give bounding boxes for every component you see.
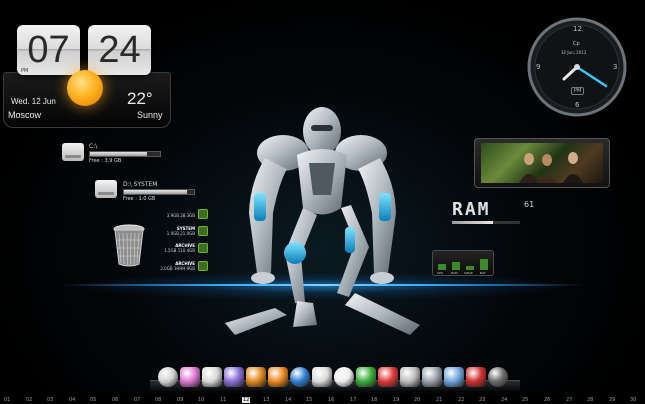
cpu-label: CPU xyxy=(437,271,444,275)
swap-meter xyxy=(466,266,474,270)
timeline-day[interactable]: 14 xyxy=(285,397,291,403)
disk-stat-value: 1.5GB 110.4GB xyxy=(164,248,195,253)
drive-d-free: Free : 1.0 GB xyxy=(123,196,156,202)
robot-wallpaper-figure xyxy=(225,107,420,335)
battery-meter xyxy=(480,259,488,270)
timeline-day[interactable]: 07 xyxy=(134,397,140,403)
analog-clock-widget[interactable]: 12 3 6 9 Cp 12 Jun, 2013 PM xyxy=(527,17,627,117)
clock-icon[interactable] xyxy=(158,367,178,387)
timeline-day[interactable]: 26 xyxy=(544,397,550,403)
timeline-day[interactable]: 30 xyxy=(630,397,636,403)
timeline-day[interactable]: 15 xyxy=(306,397,312,403)
hard-drive-icon xyxy=(95,180,117,198)
timeline-day[interactable]: 27 xyxy=(566,397,572,403)
clock-date: 12 Jun, 2013 xyxy=(561,50,587,55)
timeline-day[interactable]: 29 xyxy=(609,397,615,403)
ram-value: 61 xyxy=(524,200,535,209)
power-icon[interactable] xyxy=(488,367,508,387)
drive-c-label: C:\ xyxy=(89,143,98,150)
drive-c-usage-bar xyxy=(89,151,161,157)
sun-icon xyxy=(67,70,103,106)
timeline-day[interactable]: 25 xyxy=(522,397,528,403)
printer-icon[interactable] xyxy=(202,367,222,387)
timeline-day[interactable]: 05 xyxy=(90,397,96,403)
disk-stat-row: SYSTEM 1.0GB 21.0GB xyxy=(135,226,195,236)
photo-image xyxy=(481,143,603,183)
paint-bucket-icon[interactable] xyxy=(378,367,398,387)
rss-icon[interactable] xyxy=(268,367,288,387)
weather-condition: Sunny xyxy=(137,110,163,120)
clock-day-label: Cp xyxy=(573,41,580,47)
weather-temperature: 22° xyxy=(127,89,153,108)
timeline-day[interactable]: 03 xyxy=(47,397,53,403)
timeline-day[interactable]: 10 xyxy=(198,397,204,403)
timeline-day[interactable]: 28 xyxy=(587,397,593,403)
timeline-day[interactable]: 18 xyxy=(371,397,377,403)
ram-label: RAM xyxy=(452,199,491,220)
timeline-day[interactable]: 01 xyxy=(4,397,10,403)
drive-c-usage-fill xyxy=(90,152,148,156)
disk-stat-row: 3.9GB 28.3GB xyxy=(135,213,195,218)
weather-date: Wed. 12 Jun xyxy=(11,97,56,106)
soccer-ball-icon[interactable] xyxy=(334,367,354,387)
timeline-day[interactable]: 02 xyxy=(26,397,32,403)
desktop[interactable]: 07 24 PM Wed. 12 Jun Moscow 22° Sunny C:… xyxy=(0,0,645,404)
system-meter-widget[interactable]: CPU RAM SWAP BAT xyxy=(432,250,494,276)
timeline-day[interactable]: 11 xyxy=(220,397,226,403)
timeline-day[interactable]: 06 xyxy=(112,397,118,403)
timeline-day[interactable]: 22 xyxy=(458,397,464,403)
timeline-day[interactable]: 20 xyxy=(414,397,420,403)
pen-icon[interactable] xyxy=(224,367,244,387)
disk-stat-value: 1.0GB 21.0GB xyxy=(166,231,195,236)
disk-stat-value: 3.9GB 28.3GB xyxy=(166,213,195,218)
photo-people xyxy=(519,152,583,183)
timeline-day[interactable]: 23 xyxy=(479,397,485,403)
usb-drive-icon[interactable] xyxy=(422,367,442,387)
battery-label: BAT xyxy=(480,271,486,275)
ram-usage-bar xyxy=(452,221,520,224)
laptop-icon[interactable] xyxy=(444,367,464,387)
hard-drive-icon xyxy=(62,143,84,161)
drive-d-usage-bar xyxy=(123,189,195,195)
timeline-day[interactable]: 08 xyxy=(155,397,161,403)
clock-number-6: 6 xyxy=(575,101,580,109)
disk-stat-value: 2.0GB 1HHH.9GB xyxy=(160,266,195,271)
timeline-day[interactable]: 04 xyxy=(69,397,75,403)
ram-meter-label: RAM xyxy=(451,271,458,275)
timeline-day[interactable]: 24 xyxy=(501,397,507,403)
clock-minute: 24 xyxy=(98,29,141,71)
disk-stat-row: ARCHIVE 1.5GB 110.4GB xyxy=(135,243,195,253)
clock-ampm: PM xyxy=(21,68,29,74)
timeline-day[interactable]: 17 xyxy=(350,397,356,403)
puzzle-icon[interactable] xyxy=(466,367,486,387)
weather-city: Moscow xyxy=(8,110,42,120)
cpu-meter xyxy=(438,264,446,270)
gamepad-icon[interactable] xyxy=(180,367,200,387)
timeline-day[interactable]: 09 xyxy=(177,397,183,403)
clock-number-3: 3 xyxy=(613,63,618,71)
clock-number-12: 12 xyxy=(573,25,582,33)
chat-icon[interactable] xyxy=(400,367,420,387)
globe-icon[interactable] xyxy=(290,367,310,387)
ram-usage-fill xyxy=(452,221,494,224)
photo-frame-widget[interactable] xyxy=(474,138,610,188)
timeline-day[interactable]: 13 xyxy=(263,397,269,403)
timeline-day[interactable]: 21 xyxy=(436,397,442,403)
drive-d-label: D:\ SYSTEM xyxy=(123,181,158,188)
download-icon[interactable] xyxy=(312,367,332,387)
media-player-icon[interactable] xyxy=(246,367,266,387)
drive-c-free: Free : 3.9 GB xyxy=(89,158,122,164)
timeline-day[interactable]: 16 xyxy=(328,397,334,403)
rubiks-cube-icon[interactable] xyxy=(356,367,376,387)
ram-meter xyxy=(452,262,460,270)
minute-flip-card: 24 xyxy=(88,25,151,75)
clock-ampm: PM xyxy=(571,87,585,95)
drive-d-usage-fill xyxy=(124,190,187,194)
swap-label: SWAP xyxy=(464,271,473,275)
disk-stat-row: ARCHIVE 2.0GB 1HHH.9GB xyxy=(135,261,195,271)
timeline-day[interactable]: 19 xyxy=(393,397,399,403)
timeline-day-current[interactable]: 12 xyxy=(242,397,251,403)
clock-number-9: 9 xyxy=(536,63,541,71)
